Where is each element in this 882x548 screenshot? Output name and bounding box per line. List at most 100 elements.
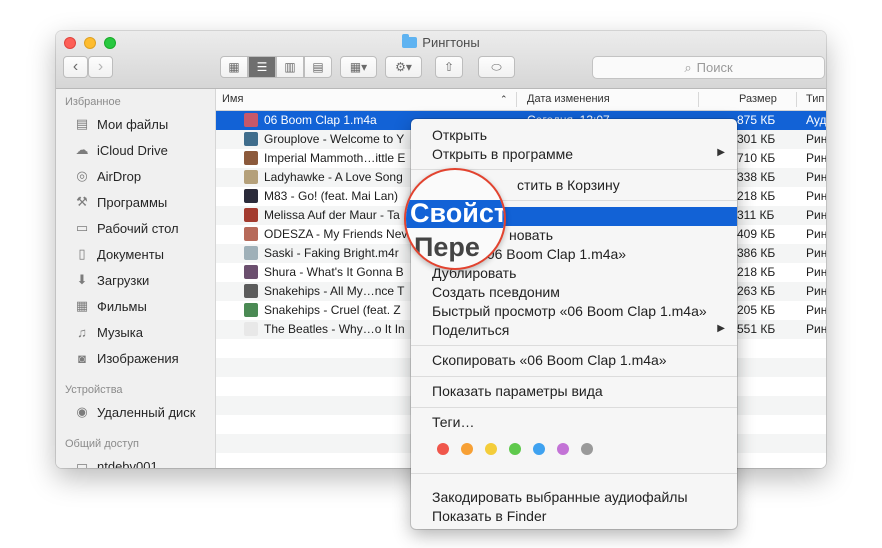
- arrange-icon: ▦▾: [349, 60, 368, 74]
- share-button[interactable]: ⇧: [435, 56, 463, 78]
- album-art-thumbnail: [244, 303, 258, 317]
- menu-item-label: Показать параметры вида: [432, 383, 603, 399]
- file-name: Shura - What's It Gonna B: [264, 265, 404, 279]
- menu-item-reveal-in-finder[interactable]: Показать в Finder: [411, 507, 737, 526]
- tag-icon: ⬭: [491, 59, 502, 74]
- sidebar-item-label: Удаленный диск: [97, 404, 196, 420]
- menu-item-tags[interactable]: Теги…: [411, 413, 737, 432]
- file-size: 338 КБ: [737, 170, 776, 184]
- file-size: 409 КБ: [737, 227, 776, 241]
- sidebar-item-favorites-5[interactable]: ▯ Документы: [74, 246, 164, 262]
- tag-color-dot[interactable]: [437, 443, 449, 455]
- file-size: 301 КБ: [737, 132, 776, 146]
- sidebar-item-favorites-7[interactable]: ▦ Фильмы: [74, 298, 147, 314]
- sidebar-item-label: Документы: [97, 246, 165, 262]
- sidebar-item-favorites-9[interactable]: ◙ Изображения: [74, 350, 179, 366]
- menu-item-label: Открыть в программе: [432, 146, 574, 162]
- column-header-date[interactable]: Дата изменения: [527, 93, 610, 105]
- column-view-button[interactable]: ▥: [276, 56, 304, 78]
- list-view-button[interactable]: ☰: [248, 56, 276, 78]
- sidebar-item-favorites-8[interactable]: ♫ Музыка: [74, 324, 143, 340]
- menu-item-open-with[interactable]: Открыть в программе ▶: [411, 145, 737, 164]
- menu-item-label: новать: [509, 227, 553, 243]
- back-button[interactable]: ‹: [63, 56, 88, 78]
- sidebar-item-label: Загрузки: [97, 272, 150, 288]
- file-name: Melissa Auf der Maur - Ta: [264, 208, 400, 222]
- column-header-kind[interactable]: Тип: [806, 93, 824, 105]
- coverflow-view-button[interactable]: ▤: [304, 56, 332, 78]
- tags-button[interactable]: ⬭: [478, 56, 515, 78]
- arrange-button[interactable]: ▦▾: [340, 56, 377, 78]
- album-art-thumbnail: [244, 227, 258, 241]
- menu-item-label: Теги…: [432, 414, 475, 430]
- sidebar-item-devices-0[interactable]: ◉ Удаленный диск: [74, 404, 195, 420]
- menu-item-label: Создать псевдоним: [432, 284, 560, 300]
- chevron-right-icon: ›: [97, 58, 104, 75]
- search-field[interactable]: ⌕ Поиск: [592, 56, 825, 79]
- menu-item-label: стить в Корзину: [517, 177, 620, 193]
- tag-color-dot[interactable]: [461, 443, 473, 455]
- sidebar-item-favorites-2[interactable]: ◎ AirDrop: [74, 168, 141, 184]
- remote-disk-icon: ◉: [76, 404, 88, 419]
- column-header-name[interactable]: Имя: [222, 93, 243, 105]
- menu-item-encode-audio[interactable]: Закодировать выбранные аудиофайлы: [411, 488, 737, 507]
- sidebar-item-shared-0[interactable]: ▭ ntdebv001: [74, 458, 158, 468]
- action-button[interactable]: ⚙▾: [385, 56, 422, 78]
- downloads-icon: ⬇: [76, 272, 88, 287]
- menu-item-label: Поделиться: [432, 322, 510, 338]
- menu-separator: [411, 376, 737, 377]
- menu-item-show-view-options[interactable]: Показать параметры вида: [411, 382, 737, 401]
- file-size: 710 КБ: [737, 151, 776, 165]
- menu-item-copy[interactable]: Скопировать «06 Boom Clap 1.m4a»: [411, 351, 737, 370]
- titlebar: Рингтоны ‹ › ▦ ☰ ▥ ▤ ▦▾ ⚙▾ ⇧ ⬭ ⌕ Поиск: [56, 31, 826, 89]
- sidebar-item-label: Фильмы: [97, 298, 147, 314]
- menu-item-share[interactable]: Поделиться ▶: [411, 321, 737, 340]
- file-name: M83 - Go! (feat. Mai Lan): [264, 189, 399, 203]
- window-title-text: Рингтоны: [422, 35, 480, 50]
- sidebar-item-favorites-3[interactable]: ⚒ Программы: [74, 194, 167, 210]
- menu-item-open[interactable]: Открыть: [411, 126, 737, 145]
- file-kind: Рин: [806, 227, 826, 241]
- tag-color-dot[interactable]: [557, 443, 569, 455]
- file-kind: Рин: [806, 303, 826, 317]
- menu-separator: [411, 473, 737, 474]
- menu-item-label: Скопировать «06 Boom Clap 1.m4a»: [432, 352, 667, 368]
- menu-item-make-alias[interactable]: Создать псевдоним: [411, 283, 737, 302]
- sidebar-item-label: ntdebv001: [97, 458, 158, 469]
- album-art-thumbnail: [244, 246, 258, 260]
- sidebar-item-favorites-0[interactable]: ▤ Мои файлы: [74, 116, 168, 132]
- file-size: 205 КБ: [737, 303, 776, 317]
- tag-color-dot[interactable]: [485, 443, 497, 455]
- sidebar-item-favorites-4[interactable]: ▭ Рабочий стол: [74, 220, 179, 236]
- file-size: 386 КБ: [737, 246, 776, 260]
- list-header: Имя ⌃ Дата изменения Размер Тип: [216, 89, 826, 111]
- tag-color-dot[interactable]: [533, 443, 545, 455]
- sidebar-item-favorites-1[interactable]: ☁ iCloud Drive: [74, 142, 168, 158]
- album-art-thumbnail: [244, 322, 258, 336]
- sidebar-item-label: AirDrop: [97, 168, 142, 184]
- file-kind: Ауд: [806, 113, 826, 127]
- submenu-arrow-icon: ▶: [717, 147, 725, 158]
- column-header-size[interactable]: Размер: [739, 93, 777, 105]
- sidebar-item-label: Изображения: [97, 350, 179, 366]
- file-size: 311 КБ: [737, 208, 775, 222]
- album-art-thumbnail: [244, 265, 258, 279]
- magnified-get-info-text: Свойст: [410, 198, 506, 228]
- file-name: Saski - Faking Bright.m4r: [264, 246, 399, 260]
- menu-separator: [411, 407, 737, 408]
- sidebar-item-label: iCloud Drive: [97, 142, 168, 158]
- file-name: Grouplove - Welcome to Y: [264, 132, 405, 146]
- file-name: Imperial Mammoth…ittle E: [264, 151, 406, 165]
- menu-item-quick-look[interactable]: Быстрый просмотр «06 Boom Clap 1.m4a»: [411, 302, 737, 321]
- sidebar-item-label: Мои файлы: [97, 116, 169, 132]
- menu-item-label: Закодировать выбранные аудиофайлы: [432, 489, 688, 505]
- tag-color-dot[interactable]: [509, 443, 521, 455]
- column-divider: [516, 92, 517, 107]
- tag-color-dot[interactable]: [581, 443, 593, 455]
- sidebar-item-favorites-6[interactable]: ⬇ Загрузки: [74, 272, 150, 288]
- chevron-left-icon: ‹: [72, 58, 79, 75]
- icon-view-button[interactable]: ▦: [220, 56, 248, 78]
- all-files-icon: ▤: [75, 116, 89, 131]
- forward-button[interactable]: ›: [88, 56, 113, 78]
- menu-item-label: Показать в Finder: [432, 508, 547, 524]
